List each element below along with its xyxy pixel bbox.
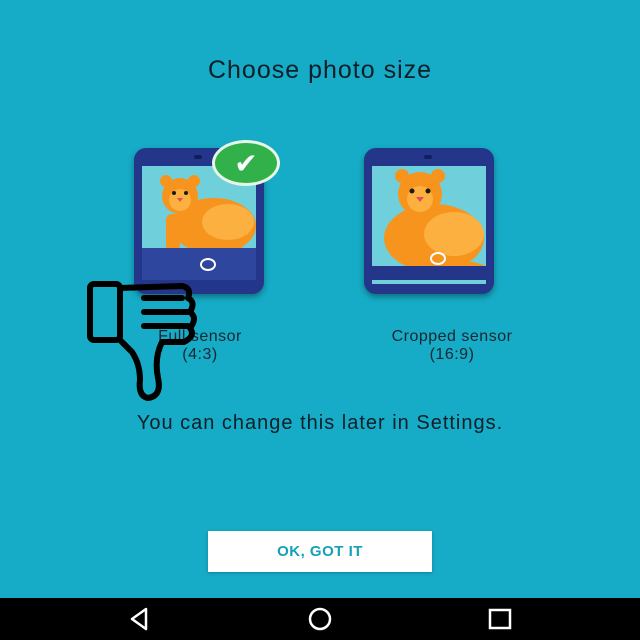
ok-got-it-button[interactable]: OK, GOT IT — [208, 531, 432, 572]
info-message: You can change this later in Settings. — [136, 412, 504, 434]
page-title: Choose photo size — [207, 56, 433, 84]
phone-speaker — [194, 155, 202, 159]
phone-speaker — [424, 155, 432, 159]
back-icon[interactable] — [126, 606, 154, 632]
thumbs-down-icon — [87, 281, 197, 401]
phone-navbar — [372, 252, 486, 280]
checkmark-icon: ✔ — [212, 140, 280, 186]
phone-illustration-cropped — [364, 148, 494, 294]
phone-home-icon — [200, 258, 216, 271]
photo-size-screen: Choose photo size ✔ Full sensor (4:3) Cr… — [0, 0, 640, 598]
option-label-cropped-name: Cropped sensor — [391, 328, 513, 345]
recents-icon[interactable] — [486, 606, 514, 632]
option-label-cropped-ratio: (16:9) — [429, 346, 475, 363]
option-cropped-sensor[interactable]: Cropped sensor (16:9) — [330, 140, 530, 380]
option-label-cropped: Cropped sensor (16:9) — [352, 328, 552, 364]
phone-navbar — [142, 248, 256, 280]
phone-home-icon — [430, 252, 446, 265]
system-navigation-bar — [0, 598, 640, 640]
home-icon[interactable] — [306, 606, 334, 632]
